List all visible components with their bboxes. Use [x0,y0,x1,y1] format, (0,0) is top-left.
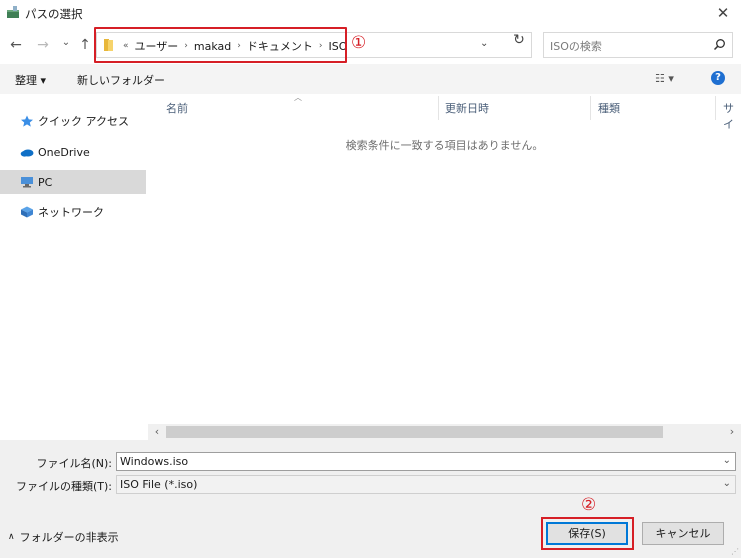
scroll-left-button[interactable]: ‹ [150,425,164,439]
up-button[interactable]: ↑ [76,36,94,54]
star-icon [21,115,33,127]
sidebar-item-label: PC [38,175,53,189]
sort-indicator-icon: ︿ [294,93,302,102]
window-title: パスの選択 [25,7,83,21]
command-toolbar: 整理 ▾ 新しいフォルダー ☷ ▾ ? [0,64,741,94]
hide-folders-button[interactable]: ∧ フォルダーの非表示 [8,529,119,545]
filename-field[interactable]: Windows.iso ⌄ [116,452,736,471]
filetype-value: ISO File (*.iso) [120,478,198,491]
sidebar-item-onedrive[interactable]: OneDrive [0,140,146,164]
network-icon [21,206,33,218]
scrollbar-thumb[interactable] [166,426,663,438]
help-icon[interactable]: ? [711,71,725,85]
refresh-button[interactable]: ↻ [511,32,527,48]
cancel-button[interactable]: キャンセル [642,522,724,545]
sidebar-item-label: クイック アクセス [38,115,129,128]
chevron-down-icon[interactable]: ⌄ [723,455,731,466]
annotation-number-1: ① [351,33,367,53]
sidebar-item-network[interactable]: ネットワーク [0,200,146,224]
column-header-size[interactable]: サイ [723,100,741,132]
dialog-icon [7,6,19,18]
resize-grip-icon[interactable]: ⋰ [731,547,739,556]
scroll-right-button[interactable]: › [725,425,739,439]
back-button[interactable]: ← [7,36,25,54]
empty-state-message: 検索条件に一致する項目はありません。 [345,139,544,152]
annotation-box-save [541,517,634,550]
filetype-select[interactable]: ISO File (*.iso) ⌄ [116,475,736,494]
chevron-down-icon: ⌄ [722,478,731,489]
filename-label: ファイル名(N): [36,457,112,470]
chevron-up-icon: ∧ [8,532,15,542]
hide-folders-label: フォルダーの非表示 [19,531,119,544]
recent-locations-button[interactable]: ⌄ [57,34,75,52]
cloud-icon [20,149,34,157]
file-list[interactable]: ︿ 名前 更新日時 種類 サイ 検索条件に一致する項目はありません。 [148,93,741,424]
annotation-number-2: ② [581,495,597,515]
view-options-button[interactable]: ☷ ▾ [655,72,674,85]
navigation-pane: クイック アクセス OneDrive PC ネットワーク [0,94,146,438]
annotation-box-address [94,27,347,63]
column-header-date-modified[interactable]: 更新日時 [445,100,489,116]
search-placeholder: ISOの検索 [550,40,602,53]
horizontal-scrollbar[interactable]: ‹ › [148,424,741,440]
search-input[interactable]: ISOの検索 [543,32,733,58]
column-divider[interactable] [590,96,591,120]
close-button[interactable]: ✕ [713,3,733,23]
new-folder-button[interactable]: 新しいフォルダー [77,72,165,88]
filename-value: Windows.iso [120,455,189,468]
column-header-type[interactable]: 種類 [598,100,620,116]
forward-button[interactable]: → [34,36,52,54]
search-icon [713,39,725,51]
title-bar: パスの選択 ✕ [0,0,741,26]
computer-icon [21,177,33,188]
sidebar-item-label: OneDrive [38,145,90,159]
column-header-name[interactable]: 名前 [166,100,188,116]
filetype-label: ファイルの種類(T): [15,480,112,493]
organize-button[interactable]: 整理 ▾ [15,72,46,88]
sidebar-item-pc[interactable]: PC [0,170,146,194]
column-divider[interactable] [438,96,439,120]
column-divider[interactable] [715,96,716,120]
address-dropdown-button[interactable]: ⌄ [480,38,488,49]
sidebar-item-label: ネットワーク [38,206,104,219]
sidebar-item-quick-access[interactable]: クイック アクセス [0,109,146,133]
